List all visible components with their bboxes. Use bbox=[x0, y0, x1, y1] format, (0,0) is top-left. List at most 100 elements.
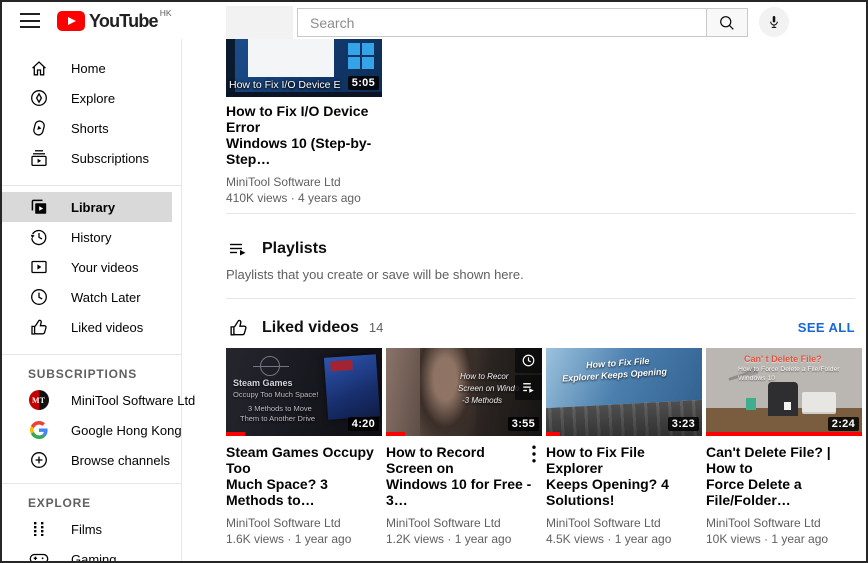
video-title[interactable]: How to Fix File Explorer Keeps Opening? 4… bbox=[546, 444, 694, 508]
watch-progress-bar bbox=[706, 432, 862, 436]
video-thumbnail[interactable]: Can' t Delete File? How to Force Delete … bbox=[706, 348, 862, 436]
video-title[interactable]: Can't Delete File? | How to Force Delete … bbox=[706, 444, 854, 508]
google-logo-icon bbox=[28, 420, 49, 441]
sidebar-item-history[interactable]: History bbox=[2, 222, 172, 252]
video-stats: 4.5K views · 1 year ago bbox=[546, 532, 672, 546]
queue-play-icon bbox=[523, 383, 534, 393]
video-thumbnail[interactable]: How to Fix I/O Device E 5:05 bbox=[226, 39, 382, 97]
youtube-library-page: YouTube HK Home Explore Sh bbox=[0, 0, 868, 563]
playlists-section: Playlists Playlists that you create or s… bbox=[226, 214, 855, 282]
video-thumbnail[interactable]: Steam Games Occupy Too Much Space! 3 Met… bbox=[226, 348, 382, 436]
video-channel[interactable]: MiniTool Software Ltd bbox=[706, 516, 862, 530]
video-card[interactable]: How to Recor Screen on Windo -3 Methods … bbox=[386, 348, 542, 546]
video-card-top[interactable]: How to Fix I/O Device E 5:05 How to Fix … bbox=[226, 39, 382, 205]
video-channel[interactable]: MiniTool Software Ltd bbox=[226, 516, 382, 530]
youtube-logo-text: YouTube bbox=[89, 11, 159, 31]
video-title[interactable]: Steam Games Occupy Too Much Space? 3 Meth… bbox=[226, 444, 374, 508]
sidebar-item-label: History bbox=[71, 229, 112, 245]
sidebar-item-label: Films bbox=[71, 521, 103, 537]
add-to-queue-overlay-button[interactable] bbox=[515, 375, 542, 400]
sidebar-item-watch-later[interactable]: Watch Later bbox=[2, 282, 172, 312]
liked-videos-row: Steam Games Occupy Too Much Space! 3 Met… bbox=[226, 348, 862, 546]
shorts-icon bbox=[28, 118, 49, 139]
search-bar bbox=[297, 8, 748, 37]
sidebar-item-label: Shorts bbox=[71, 120, 109, 136]
sidebar-item-label: Browse channels bbox=[71, 452, 170, 468]
watch-progress-bar bbox=[226, 432, 245, 436]
film-strip-icon bbox=[28, 519, 49, 540]
sidebar-item-subscriptions[interactable]: Subscriptions bbox=[2, 143, 172, 173]
video-channel[interactable]: MiniTool Software Ltd bbox=[386, 516, 542, 530]
sidebar-item-label: Library bbox=[71, 199, 116, 215]
cropped-thumbnail-remnant bbox=[226, 6, 293, 39]
sidebar-item-label: Explore bbox=[71, 90, 116, 106]
sidebar-item-label: Subscriptions bbox=[71, 150, 150, 166]
video-stats: 410K views · 4 years ago bbox=[226, 191, 361, 205]
sidebar-subscription-minitool[interactable]: MT MiniTool Software Ltd bbox=[2, 385, 195, 415]
sidebar-item-explore[interactable]: Explore bbox=[2, 83, 172, 113]
video-channel[interactable]: MiniTool Software Ltd bbox=[226, 175, 382, 189]
liked-count: 14 bbox=[368, 320, 384, 335]
youtube-play-icon bbox=[57, 11, 85, 31]
duration-badge: 3:55 bbox=[507, 417, 539, 431]
video-title[interactable]: How to Fix I/O Device Error Windows 10 (S… bbox=[226, 103, 382, 167]
duration-badge: 3:23 bbox=[667, 417, 699, 431]
section-title: Playlists bbox=[262, 240, 327, 257]
video-stats: 1.6K views · 1 year ago bbox=[226, 532, 352, 546]
video-card[interactable]: How to Fix File Explorer Keeps Opening 3… bbox=[546, 348, 702, 546]
compass-icon bbox=[28, 88, 49, 109]
top-header: YouTube HK bbox=[2, 2, 866, 39]
search-button[interactable] bbox=[707, 8, 748, 37]
watch-progress-bar bbox=[546, 432, 561, 436]
duration-badge: 4:20 bbox=[347, 417, 379, 431]
sidebar-item-liked-videos[interactable]: Liked videos bbox=[2, 312, 172, 342]
sidebar-item-label: Your videos bbox=[71, 259, 139, 275]
duration-badge: 2:24 bbox=[827, 417, 859, 431]
sidebar-item-label: Home bbox=[71, 60, 106, 76]
subscriptions-icon bbox=[28, 148, 49, 169]
search-icon bbox=[720, 15, 734, 30]
subscriptions-section-header: SUBSCRIPTIONS bbox=[28, 367, 138, 381]
plus-circle-icon bbox=[28, 450, 49, 471]
divider bbox=[226, 298, 855, 299]
youtube-logo[interactable]: YouTube HK bbox=[57, 8, 172, 32]
section-description: Playlists that you create or save will b… bbox=[226, 267, 524, 282]
library-icon bbox=[28, 197, 49, 218]
thumb-up-icon bbox=[226, 317, 250, 338]
sidebar-item-label: Liked videos bbox=[71, 319, 144, 335]
logo-region-label: HK bbox=[159, 8, 172, 18]
voice-search-button[interactable] bbox=[759, 7, 789, 37]
sidebar-item-browse-channels[interactable]: Browse channels bbox=[2, 445, 172, 475]
video-channel[interactable]: MiniTool Software Ltd bbox=[546, 516, 702, 530]
video-thumbnail[interactable]: How to Recor Screen on Windo -3 Methods … bbox=[386, 348, 542, 436]
thumb-up-icon bbox=[28, 317, 49, 338]
liked-videos-section: Liked videos 14 SEE ALL Steam Games Occu… bbox=[226, 317, 862, 546]
sidebar-item-shorts[interactable]: Shorts bbox=[2, 113, 172, 143]
video-card[interactable]: Steam Games Occupy Too Much Space! 3 Met… bbox=[226, 348, 382, 546]
video-thumbnail[interactable]: How to Fix File Explorer Keeps Opening 3… bbox=[546, 348, 702, 436]
see-all-link[interactable]: SEE ALL bbox=[798, 320, 855, 335]
sidebar-item-home[interactable]: Home bbox=[2, 53, 172, 83]
sidebar-item-your-videos[interactable]: Your videos bbox=[2, 252, 172, 282]
channel-avatar: MT bbox=[28, 390, 49, 411]
video-options-kebab-icon[interactable] bbox=[526, 442, 542, 466]
sidebar-item-library[interactable]: Library bbox=[2, 192, 172, 222]
channel-name: Google Hong Kong bbox=[71, 422, 182, 438]
game-controller-icon bbox=[28, 549, 49, 561]
watch-progress-bar bbox=[386, 432, 405, 436]
video-stats: 1.2K views · 1 year ago bbox=[386, 532, 512, 546]
explore-section-header: EXPLORE bbox=[28, 496, 91, 510]
guide-menu-icon[interactable] bbox=[20, 13, 40, 28]
sidebar-item-label: Gaming bbox=[71, 551, 117, 563]
sidebar-item-films[interactable]: Films bbox=[2, 514, 172, 544]
watch-later-overlay-button[interactable] bbox=[515, 348, 542, 373]
video-title[interactable]: How to Record Screen on Windows 10 for Fr… bbox=[386, 444, 534, 508]
video-card[interactable]: Can' t Delete File? How to Force Delete … bbox=[706, 348, 862, 546]
library-content: How to Fix I/O Device E 5:05 How to Fix … bbox=[182, 39, 866, 561]
play-box-icon bbox=[28, 257, 49, 278]
search-input[interactable] bbox=[297, 8, 707, 37]
sidebar-subscription-google-hk[interactable]: Google Hong Kong bbox=[2, 415, 182, 445]
sidebar-item-gaming[interactable]: Gaming bbox=[2, 544, 172, 563]
history-icon bbox=[28, 227, 49, 248]
duration-badge: 5:05 bbox=[347, 76, 379, 90]
